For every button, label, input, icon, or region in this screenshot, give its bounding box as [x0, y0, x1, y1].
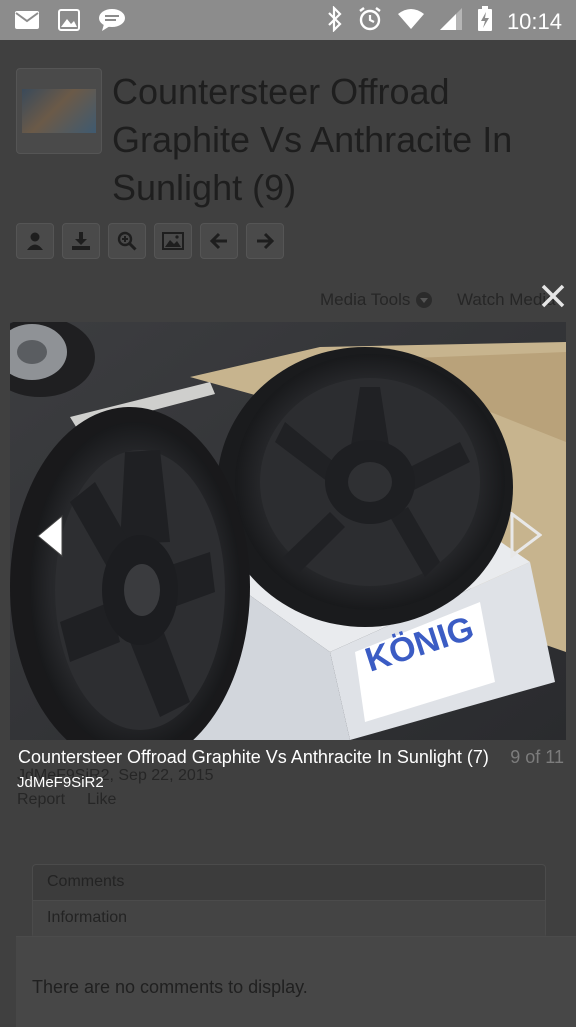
post-actions: Report Like — [17, 791, 116, 809]
status-bar: 10:14 — [0, 0, 576, 40]
image-icon — [58, 9, 80, 36]
report-link[interactable]: Report — [17, 791, 65, 809]
caption-username[interactable]: JdMeF9SiR2 — [17, 774, 104, 791]
signal-icon — [439, 7, 463, 36]
next-image-button[interactable] — [510, 511, 543, 563]
page-title: Countersteer Offroad Graphite Vs Anthrac… — [112, 71, 513, 208]
clock: 10:14 — [506, 8, 562, 34]
arrow-right-icon — [257, 232, 275, 250]
comments-panel: There are no comments to display. — [16, 936, 576, 1027]
media-toolbar — [16, 223, 284, 259]
zoom-in-button[interactable] — [108, 223, 146, 259]
media-tools-label: Media Tools — [320, 290, 411, 309]
system-icons: 10:14 — [327, 5, 562, 37]
chevron-right-icon — [510, 511, 543, 559]
alarm-icon — [357, 6, 383, 37]
battery-icon — [477, 6, 493, 37]
download-button[interactable] — [62, 223, 100, 259]
image-icon — [162, 232, 184, 250]
lightbox-caption: Countersteer Offroad Graphite Vs Anthrac… — [18, 747, 564, 768]
chevron-left-icon — [37, 514, 63, 558]
download-icon — [72, 232, 90, 250]
arrow-left-icon — [209, 232, 227, 250]
album-thumbnail[interactable] — [16, 68, 102, 154]
thumbnail-image — [22, 89, 96, 133]
notification-icons — [14, 8, 126, 37]
chevron-down-icon — [416, 292, 433, 308]
close-icon — [541, 284, 565, 308]
image-counter: 9 of 11 — [510, 747, 564, 767]
previous-image-button[interactable] — [36, 514, 64, 563]
bluetooth-icon — [327, 5, 343, 37]
wifi-icon — [397, 8, 425, 35]
previous-button[interactable] — [200, 223, 238, 259]
empty-comments-message: There are no comments to display. — [32, 977, 308, 997]
close-button[interactable] — [539, 282, 567, 310]
wheels-photo: KÖNIG — [10, 322, 566, 740]
user-button[interactable] — [16, 223, 54, 259]
view-image-button[interactable] — [154, 223, 192, 259]
caption-title: Countersteer Offroad Graphite Vs Anthrac… — [18, 747, 489, 767]
like-link[interactable]: Like — [87, 791, 116, 809]
tabs: Comments Information — [32, 864, 546, 938]
tab-information[interactable]: Information — [33, 900, 545, 936]
next-button[interactable] — [246, 223, 284, 259]
user-icon — [27, 232, 43, 250]
tab-comments[interactable]: Comments — [33, 865, 545, 900]
mail-icon — [14, 10, 40, 35]
chat-icon — [98, 8, 126, 37]
lightbox-photo[interactable]: KÖNIG — [10, 322, 566, 740]
zoom-in-icon — [117, 231, 137, 251]
media-tools-menu[interactable]: Media Tools — [320, 290, 433, 310]
